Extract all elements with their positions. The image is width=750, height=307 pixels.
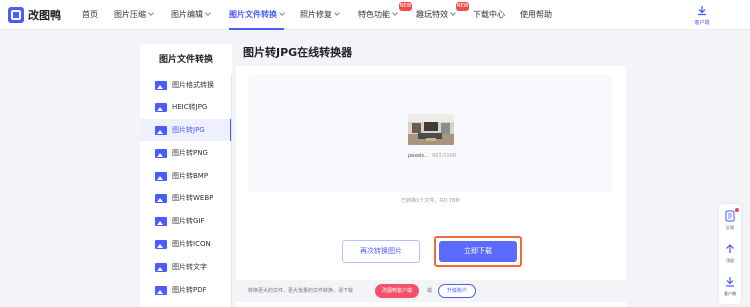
image-icon <box>155 193 167 203</box>
file-thumbnail <box>408 114 454 145</box>
conversion-summary: 已转换1个文件，共0.78M <box>401 198 460 204</box>
file-size: 993.01KB <box>432 153 457 159</box>
download-button-highlight: 立即下载 <box>434 236 522 267</box>
download-icon <box>698 6 706 16</box>
brand-logo[interactable]: 改图鸭 <box>8 6 61 24</box>
image-icon <box>155 216 167 226</box>
chevron-down-icon <box>148 10 154 16</box>
chevron-down-icon <box>205 10 211 16</box>
back-to-top-button[interactable]: 顶部 <box>719 239 741 269</box>
nav-item-image-compress[interactable]: 图片压缩 <box>114 0 154 30</box>
download-now-button[interactable]: 立即下载 <box>439 241 517 262</box>
top-navigation-bar: 改图鸭 首页 图片压缩 图片编辑 图片文件转换 照片修复 特色功能 NEW 趣玩… <box>0 0 750 30</box>
file-name: pexels... <box>408 153 429 159</box>
image-icon <box>155 171 167 181</box>
arrow-up-icon <box>726 244 734 253</box>
sidebar-item-to-bmp[interactable]: 图片转BMP <box>140 165 232 187</box>
client-download-icon <box>726 277 734 287</box>
get-client-button[interactable]: 改图鸭客户端 <box>375 284 419 298</box>
chevron-down-icon <box>450 10 456 16</box>
notification-dot <box>735 208 739 212</box>
nav-item-features[interactable]: 特色功能 <box>358 0 398 30</box>
sidebar-title: 图片文件转换 <box>158 55 213 65</box>
sidebar-item-to-icon[interactable]: 图片转ICON <box>140 233 232 255</box>
client-float-button[interactable]: 客户端 <box>719 272 741 302</box>
image-icon <box>155 285 167 295</box>
nav-item-image-edit[interactable]: 图片编辑 <box>171 0 211 30</box>
upgrade-notice: 转换更大的文件、更大批量的文件转换，请下载 改图鸭客户端 或 升级账户 <box>236 280 626 302</box>
sidebar-item-to-png[interactable]: 图片转PNG <box>140 142 232 164</box>
upgrade-account-button[interactable]: 升级账户 <box>438 284 476 298</box>
nav-item-image-convert[interactable]: 图片文件转换 <box>229 0 285 30</box>
nav-item-help[interactable]: 使用帮助 <box>520 0 552 30</box>
chevron-down-icon <box>279 10 285 16</box>
convert-again-button[interactable]: 再次转换图片 <box>342 240 420 263</box>
sidebar-item-to-pdf[interactable]: 图片转PDF <box>140 279 232 301</box>
client-download-button[interactable]: 客户端 <box>688 4 716 28</box>
nav-item-home[interactable]: 首页 <box>82 0 98 30</box>
nav-item-fun-effects[interactable]: 趣玩特效 <box>416 0 456 30</box>
notice-text: 转换更大的文件、更大批量的文件转换，请下载 <box>248 288 354 294</box>
feedback-button[interactable]: 反馈 <box>719 206 741 236</box>
sidebar-scrollbar[interactable] <box>231 74 232 307</box>
sidebar-item-to-webp[interactable]: 图片转WEBP <box>140 187 232 209</box>
floating-toolbar: 反馈 顶部 客户端 <box>719 204 741 304</box>
image-icon <box>155 80 167 90</box>
feedback-icon <box>725 210 735 222</box>
nav-item-download-center[interactable]: 下载中心 <box>473 0 505 30</box>
image-icon <box>155 239 167 249</box>
sidebar-item-to-gif[interactable]: 图片转GIF <box>140 210 232 232</box>
client-label: 客户端 <box>694 20 710 26</box>
image-icon <box>155 262 167 272</box>
image-icon <box>155 125 167 135</box>
or-text: 或 <box>427 288 433 294</box>
room-photo <box>408 114 454 145</box>
chevron-down-icon <box>392 10 398 16</box>
chevron-down-icon <box>334 10 340 16</box>
sidebar-item-to-text[interactable]: 图片转文字 <box>140 256 232 278</box>
logo-icon <box>8 7 24 23</box>
sidebar-item-format-convert[interactable]: 图片格式转换 <box>140 74 232 96</box>
image-icon <box>155 102 167 112</box>
page-title: 图片转JPG在线转换器 <box>243 46 353 59</box>
image-icon <box>155 148 167 158</box>
brand-name: 改图鸭 <box>28 9 61 22</box>
nav-item-photo-repair[interactable]: 照片修复 <box>300 0 340 30</box>
new-badge: NEW <box>399 2 412 11</box>
sidebar-item-to-jpg[interactable]: 图片转JPG <box>140 119 232 141</box>
sidebar: 图片文件转换 图片格式转换 HEIC转JPG 图片转JPG 图片转PNG 图片转… <box>140 44 232 307</box>
new-badge: NEW <box>456 2 469 11</box>
sidebar-item-heic-to-jpg[interactable]: HEIC转JPG <box>140 96 232 118</box>
